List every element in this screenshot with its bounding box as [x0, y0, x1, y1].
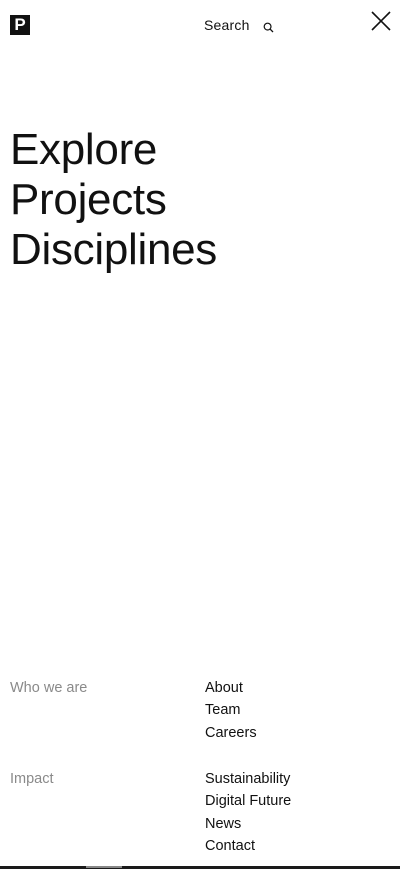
section-links: Sustainability Digital Future News Conta…: [205, 768, 291, 857]
section-title: Who we are: [10, 680, 88, 696]
main-nav: Explore Projects Disciplines: [10, 125, 217, 275]
link-digital-future[interactable]: Digital Future: [205, 790, 291, 812]
link-sustainability[interactable]: Sustainability: [205, 768, 291, 790]
search-button[interactable]: Search: [204, 14, 274, 36]
scroll-handle[interactable]: [86, 866, 122, 868]
logo[interactable]: P: [10, 15, 30, 35]
link-contact[interactable]: Contact: [205, 835, 291, 857]
main-nav-item-disciplines[interactable]: Disciplines: [10, 225, 217, 275]
search-icon: [263, 20, 274, 33]
close-button[interactable]: [370, 10, 392, 32]
link-careers[interactable]: Careers: [205, 722, 257, 744]
link-team[interactable]: Team: [205, 699, 257, 721]
link-about[interactable]: About: [205, 677, 257, 699]
section-title: Impact: [10, 771, 54, 787]
close-icon: [371, 11, 391, 31]
main-nav-item-projects[interactable]: Projects: [10, 175, 217, 225]
main-nav-item-explore[interactable]: Explore: [10, 125, 217, 175]
search-label: Search: [204, 17, 250, 33]
link-news[interactable]: News: [205, 813, 291, 835]
header: P Search: [0, 0, 400, 50]
section-links: About Team Careers: [205, 677, 257, 744]
